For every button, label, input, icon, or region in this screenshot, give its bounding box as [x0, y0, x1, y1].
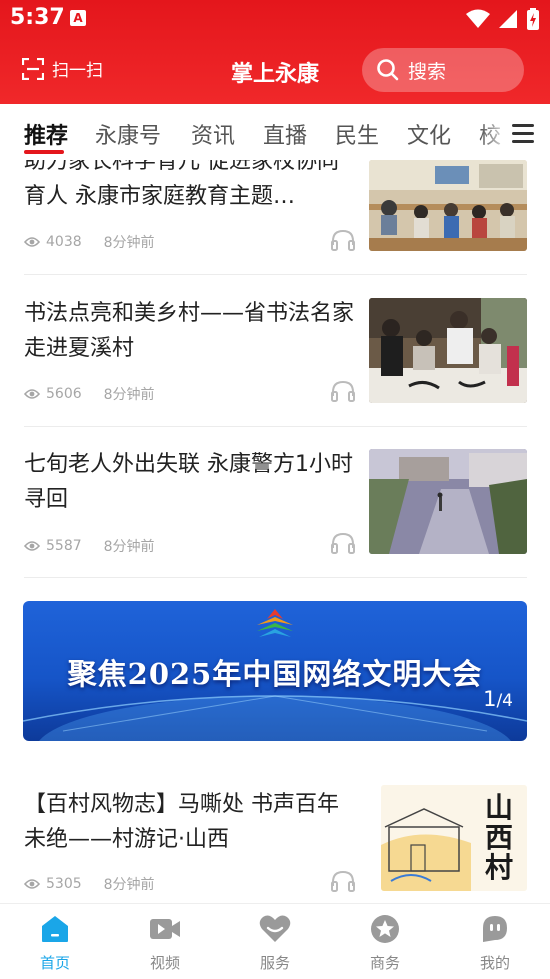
- news-meta: 5587 8分钟前: [24, 536, 155, 556]
- news-meta: 5606 8分钟前: [24, 384, 155, 404]
- nav-video[interactable]: 视频: [110, 914, 220, 973]
- news-thumbnail: [369, 160, 527, 251]
- bottom-navigation: 首页 视频 服务 商务 我的: [0, 903, 550, 979]
- tab-live[interactable]: 直播: [263, 118, 307, 150]
- header-area: 5:37 A 扫一扫 掌上永康 搜索: [0, 0, 550, 104]
- headphones-icon[interactable]: [330, 380, 356, 402]
- nav-home[interactable]: 首页: [0, 914, 110, 973]
- view-count: 5606: [46, 386, 82, 402]
- publish-time: 8分钟前: [103, 387, 155, 403]
- nav-service[interactable]: 服务: [220, 914, 330, 973]
- news-thumbnail: 山西村: [381, 785, 527, 891]
- banner-index-total: /4: [496, 691, 513, 711]
- channel-tabs: 推荐 永康号 资讯 直播 民生 文化 校: [0, 104, 550, 160]
- tabs-fade: [480, 104, 510, 160]
- status-bar: 5:37 A: [0, 0, 550, 38]
- headphones-icon[interactable]: [330, 532, 356, 554]
- tab-livelihood[interactable]: 民生: [335, 118, 379, 150]
- promo-banner[interactable]: 聚焦2025年中国网络文明大会 1/4: [23, 601, 527, 741]
- tab-recommend[interactable]: 推荐: [24, 118, 68, 150]
- news-title: 七旬老人外出失联 永康警方1小时寻回: [24, 452, 353, 512]
- nav-business[interactable]: 商务: [330, 914, 440, 973]
- feed-divider: [24, 274, 527, 275]
- banner-headline: 聚焦2025年中国网络文明大会: [67, 657, 483, 691]
- notification-icon: A: [70, 10, 86, 26]
- channel-menu-icon[interactable]: [508, 122, 538, 146]
- nav-label: 视频: [149, 954, 180, 972]
- profile-icon: [483, 916, 507, 942]
- tab-culture[interactable]: 文化: [407, 118, 451, 150]
- news-item[interactable]: 【百村风物志】马嘶处 书声百年未绝——村游记·山西 5305 8分钟前 山西村: [24, 785, 527, 903]
- search-label: 搜索: [408, 60, 447, 83]
- home-icon: [42, 916, 68, 942]
- search-icon: [377, 59, 399, 81]
- tab-yongkang-account[interactable]: 永康号: [95, 118, 161, 150]
- app-screen: 5:37 A 扫一扫 掌上永康 搜索 推荐 永康号 资讯 直播 民生 文化 助力…: [0, 0, 550, 979]
- nav-label: 服务: [259, 954, 290, 972]
- search-box[interactable]: 搜索: [362, 48, 524, 92]
- headphones-icon[interactable]: [330, 229, 356, 251]
- video-icon: [150, 919, 180, 939]
- eye-icon: [24, 389, 40, 399]
- status-icons: [466, 8, 540, 30]
- news-meta: 5305 8分钟前: [24, 874, 155, 894]
- wifi-icon: [466, 9, 490, 28]
- battery-icon: [527, 8, 539, 30]
- star-icon: [371, 915, 399, 943]
- tab-news[interactable]: 资讯: [191, 118, 235, 150]
- nav-profile[interactable]: 我的: [440, 914, 550, 973]
- eye-icon: [24, 541, 40, 551]
- news-thumbnail: [369, 298, 527, 403]
- banner-index-current: 1: [483, 687, 497, 711]
- publish-time: 8分钟前: [103, 539, 155, 555]
- news-item[interactable]: 助力家长科学育儿 促进家校协同育人 永康市家庭教育主题… 4038 8分钟前: [24, 160, 527, 274]
- banner-page-indicator: 1/4: [483, 687, 513, 711]
- view-count: 5587: [46, 538, 82, 554]
- news-title: 书法点亮和美乡村——省书法名家走进夏溪村: [24, 301, 355, 361]
- news-thumbnail: [369, 449, 527, 554]
- headphones-icon[interactable]: [330, 870, 356, 892]
- conference-logo-icon: [257, 609, 293, 637]
- feed-divider: [24, 577, 527, 578]
- app-bar: 扫一扫 掌上永康 搜索: [0, 38, 550, 104]
- nav-label: 商务: [369, 954, 400, 972]
- news-title: 【百村风物志】马嘶处 书声百年未绝——村游记·山西: [24, 792, 339, 852]
- active-tab-indicator: [24, 150, 64, 154]
- publish-time: 8分钟前: [103, 235, 155, 251]
- news-feed[interactable]: 助力家长科学育儿 促进家校协同育人 永康市家庭教育主题… 4038 8分钟前 书…: [0, 160, 550, 903]
- view-count: 5305: [46, 876, 82, 892]
- feed-divider: [24, 426, 527, 427]
- heart-icon: [259, 915, 291, 942]
- news-item[interactable]: 七旬老人外出失联 永康警方1小时寻回 5587 8分钟前: [24, 447, 527, 577]
- thumbnail-calligraphy: 山西村: [485, 791, 514, 884]
- news-title: 助力家长科学育儿 促进家校协同育人 永康市家庭教育主题…: [24, 160, 339, 209]
- eye-icon: [24, 237, 40, 247]
- news-meta: 4038 8分钟前: [24, 232, 155, 252]
- news-item[interactable]: 书法点亮和美乡村——省书法名家走进夏溪村 5606 8分钟前: [24, 296, 527, 426]
- status-time: 5:37: [10, 5, 65, 30]
- signal-icon: [499, 10, 517, 28]
- publish-time: 8分钟前: [103, 877, 155, 893]
- eye-icon: [24, 879, 40, 889]
- view-count: 4038: [46, 234, 82, 250]
- nav-label: 我的: [479, 954, 510, 972]
- nav-label: 首页: [39, 954, 70, 972]
